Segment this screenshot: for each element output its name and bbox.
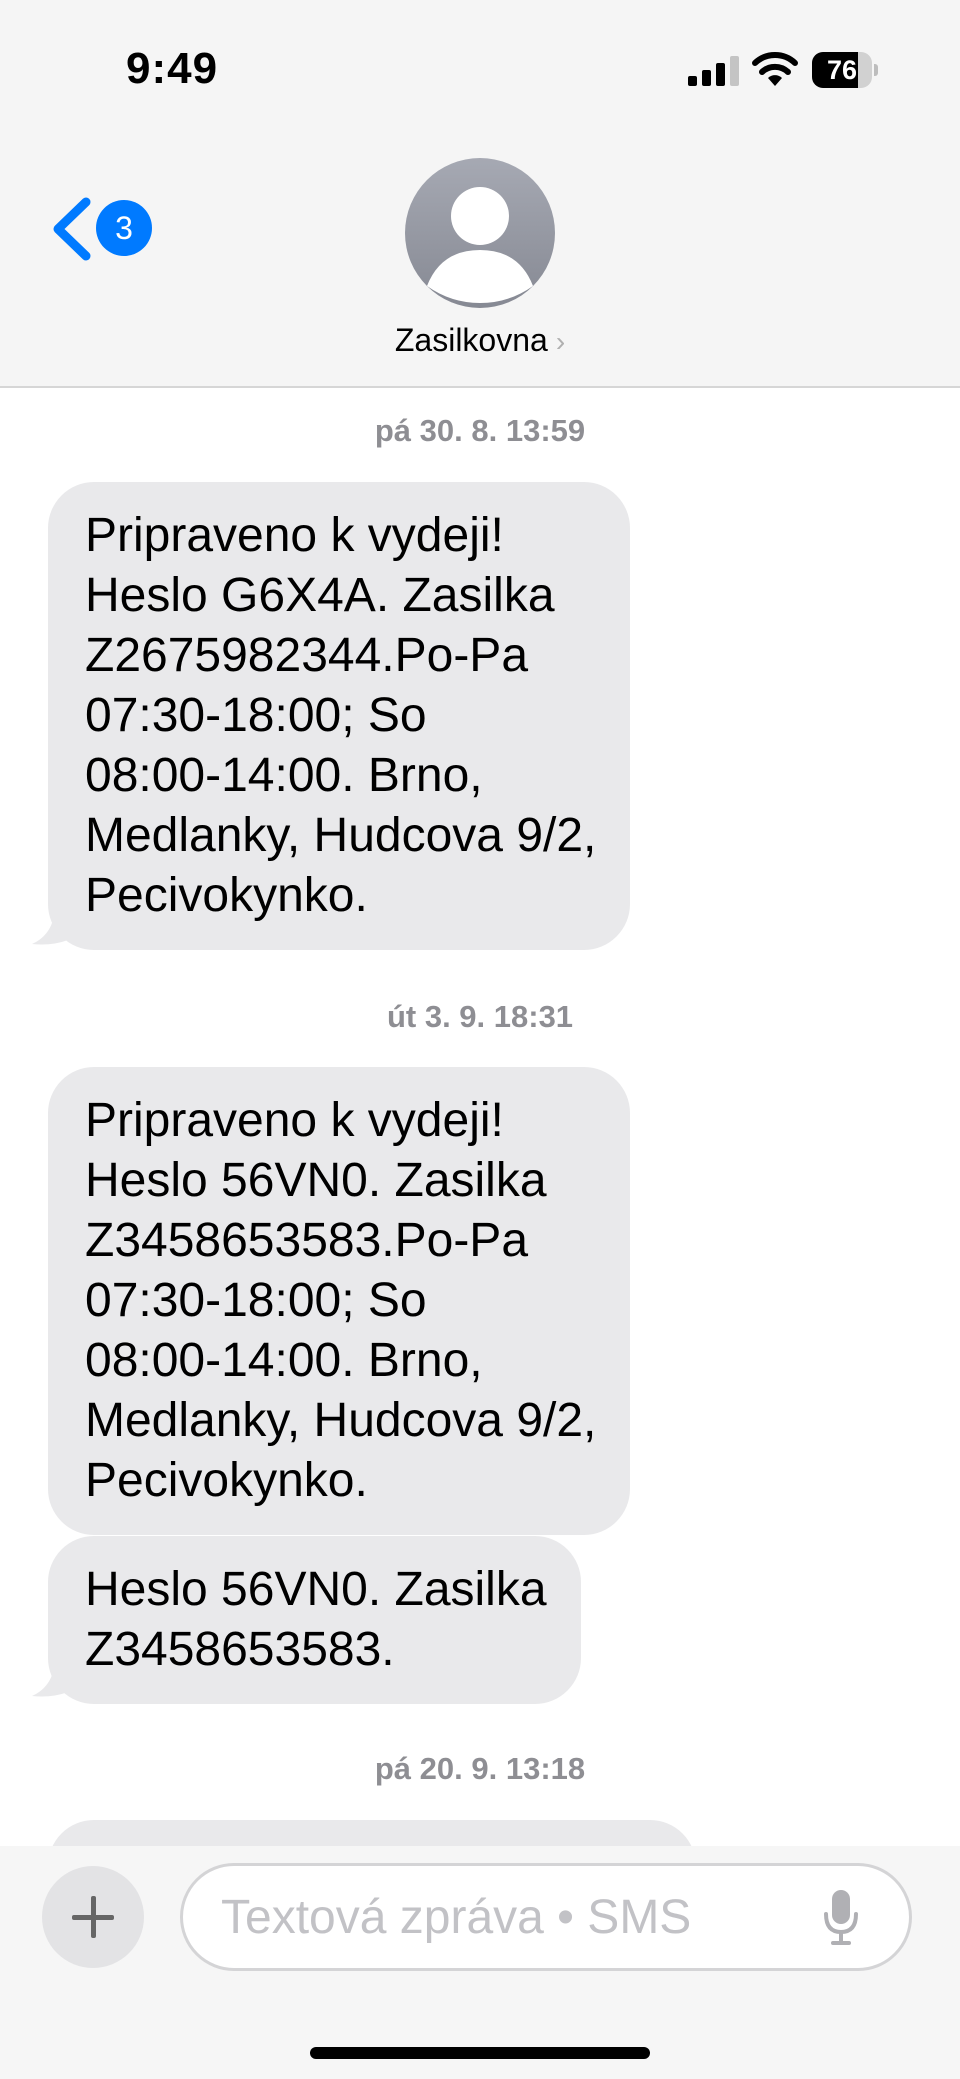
message-timestamp: pá 30. 8. 13:59 [374,413,586,448]
message-input-placeholder: Textová zpráva • SMS [221,1891,692,1944]
person-silhouette-icon [427,187,533,303]
chevron-left-icon [53,197,91,261]
unread-count-badge: 3 [96,200,152,256]
message-line: 07:30-18:00; So [85,689,427,742]
message-line: Z3458653583.Po-Pa [85,1214,529,1267]
back-button[interactable]: 3 [46,192,156,266]
message-line: 08:00-14:00. Brno, [85,1334,483,1387]
message-line: Z2675982344.Po-Pa [85,629,529,682]
message-line: Heslo 56VN0. Zasilka [85,1154,547,1207]
message-bubble[interactable]: Pripraveno k vydeji! Heslo 56VN0. Zasilk… [48,1067,631,1535]
apps-plus-button[interactable] [42,1866,144,1968]
message-line: Z3458653583. [85,1623,395,1676]
contact-name: Zasilkovna [394,322,548,358]
message-line: Pripraveno k vydeji! [85,1094,504,1147]
status-time: 9:49 [126,44,219,93]
message-line: Medlanky, Hudcova 9/2, [85,1394,597,1447]
message-timestamp: pá 20. 9. 13:18 [374,1751,586,1786]
message-line: 07:30-18:00; So [85,1274,427,1327]
message-bubble[interactable]: Heslo 56VN0. Zasilka Z3458653583. [48,1536,581,1704]
message-line: Pecivokynko. [85,1454,368,1507]
message-line: Pecivokynko. [85,869,368,922]
message-bubble[interactable]: Pripraveno k vydeji! Heslo G6X4A. Zasilk… [48,482,631,950]
wifi-icon [752,52,798,86]
message-line: 08:00-14:00. Brno, [85,749,483,802]
microphone-icon[interactable] [823,1890,859,1946]
message-line: Heslo G6X4A. Zasilka [85,569,555,622]
message-line: Medlanky, Hudcova 9/2, [85,809,597,862]
battery-percent: 76 [826,55,858,85]
conversation-header: 9:49 76 3 Zasilkovna › [0,0,960,388]
message-timestamp: út 3. 9. 18:31 [386,999,574,1034]
message-input[interactable]: Textová zpráva • SMS [180,1863,912,1971]
contact-avatar[interactable] [405,158,555,308]
home-indicator[interactable] [310,2047,650,2059]
chevron-right-icon: › [555,326,566,357]
cellular-signal-icon [688,56,739,86]
message-line: Heslo 56VN0. Zasilka [85,1563,547,1616]
message-line: Pripraveno k vydeji! [85,509,504,562]
contact-name-button[interactable]: Zasilkovna › [0,322,960,359]
battery-icon: 76 [812,52,878,88]
